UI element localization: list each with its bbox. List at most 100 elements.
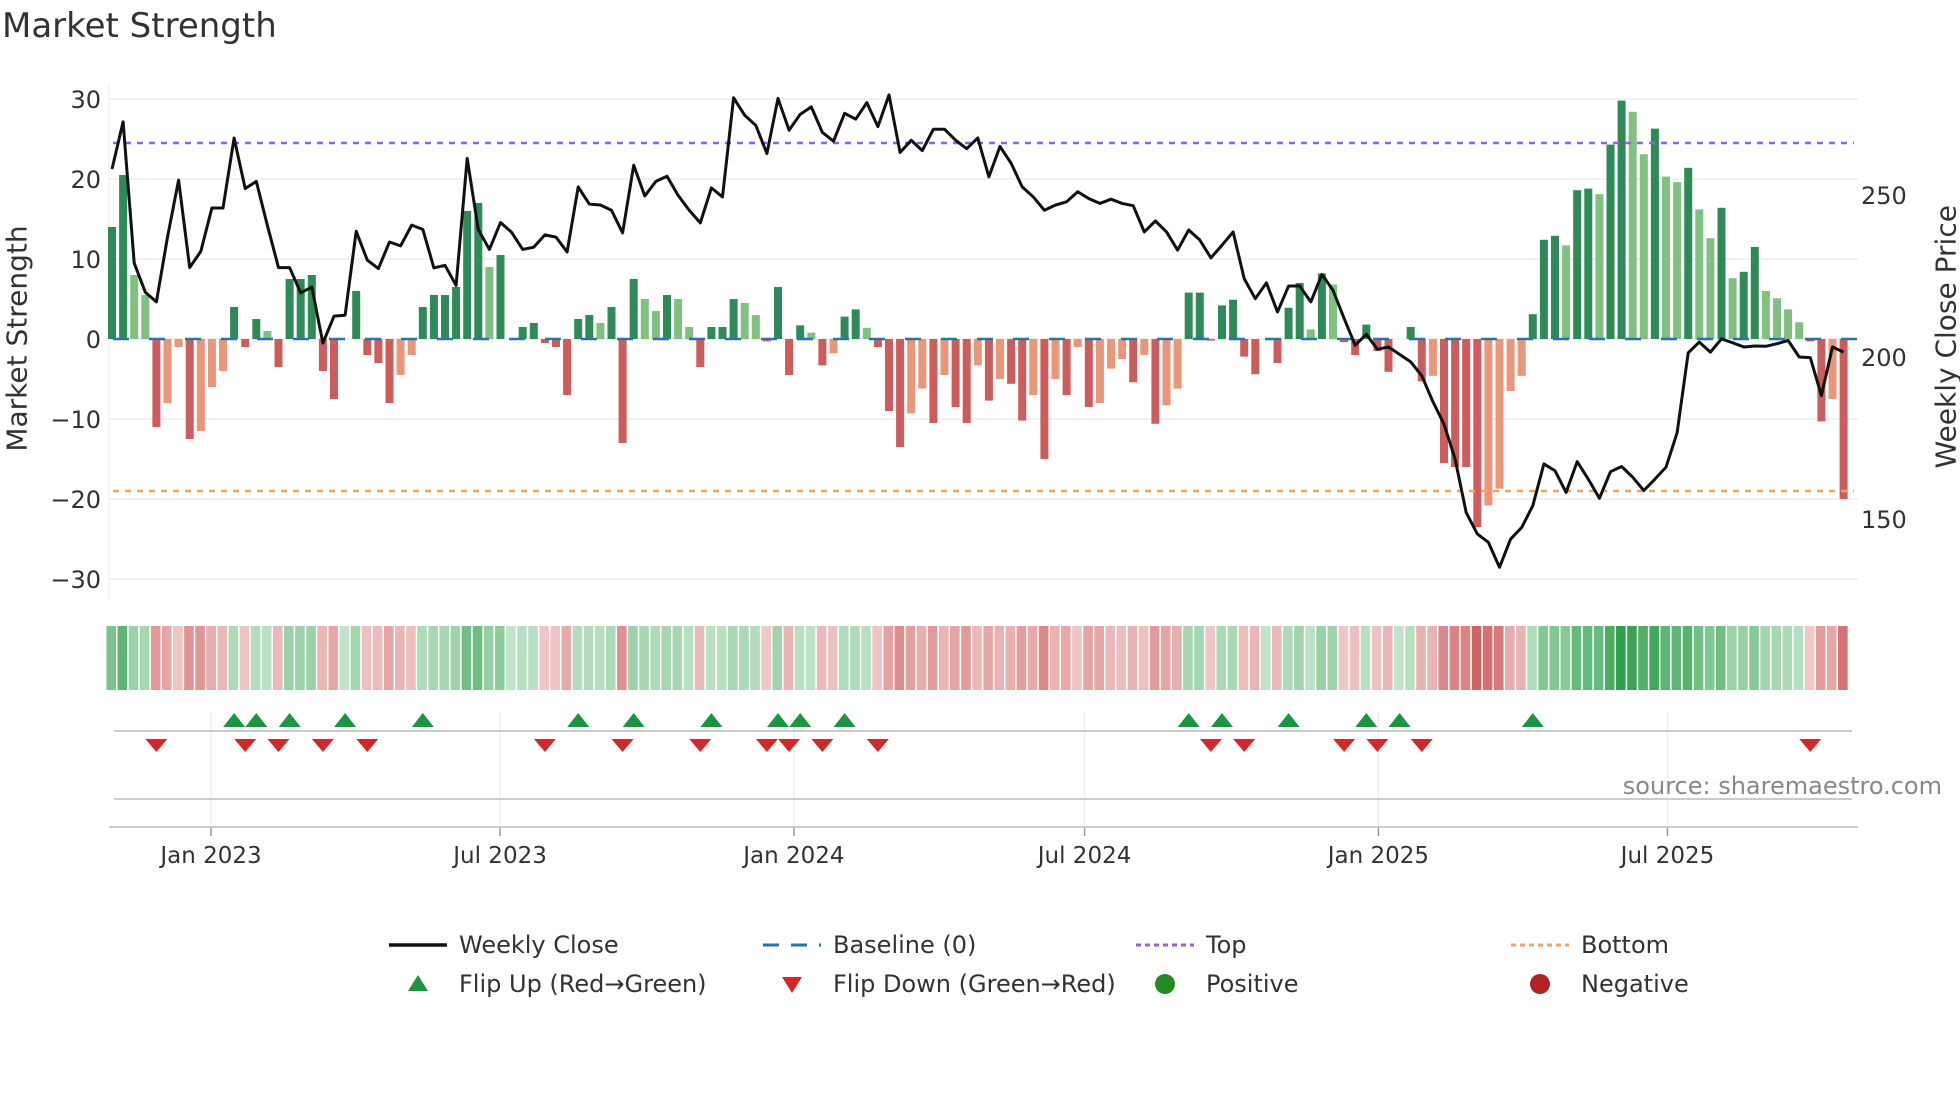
- heat-strip-cell: [1216, 626, 1227, 690]
- heat-strip-cell: [1804, 626, 1815, 690]
- heat-strip-cell: [1138, 626, 1149, 690]
- strength-bar: [774, 287, 782, 339]
- heat-strip-cell: [1505, 626, 1515, 690]
- strength-bar: [374, 339, 383, 363]
- x-tick-label: Jul 2023: [451, 843, 547, 869]
- flip-down-marker: [778, 739, 801, 752]
- heat-strip-cell: [905, 626, 916, 690]
- heat-strip-cell: [683, 626, 694, 690]
- flip-down-marker: [755, 739, 778, 752]
- heat-strip-cell: [961, 626, 971, 690]
- heat-strip-cell: [861, 626, 871, 690]
- heat-strip-cell: [106, 626, 117, 690]
- heat-strip-cell: [339, 626, 350, 690]
- strength-bar: [274, 339, 283, 367]
- heat-strip-cell: [1693, 626, 1704, 690]
- flip-up-marker: [1211, 713, 1233, 727]
- flip-up-marker: [567, 713, 590, 727]
- heat-strip-cell: [583, 626, 594, 690]
- heat-strip-cell: [395, 626, 405, 690]
- triangle-down-legend-icon: [782, 977, 802, 993]
- heat-strip-cell: [272, 626, 283, 690]
- strength-bar: [485, 267, 494, 339]
- heat-strip-cell: [1038, 626, 1049, 690]
- flip-down-marker: [866, 739, 889, 752]
- y-axis-title-left: Market Strength: [0, 225, 34, 452]
- source-credit: source: sharemaestro.com: [1622, 772, 1942, 800]
- heat-strip-cell: [1704, 626, 1715, 690]
- strength-bar: [1761, 291, 1770, 339]
- circle-legend-icon: [1155, 974, 1175, 994]
- heat-strip-cell: [539, 626, 549, 690]
- flip-up-marker: [1277, 713, 1300, 727]
- strength-bar: [1484, 339, 1493, 506]
- heat-strip-cell: [739, 626, 749, 690]
- flip-up-marker: [767, 713, 789, 727]
- strength-bar: [330, 339, 338, 399]
- heat-strip-cell: [1449, 626, 1460, 690]
- heat-strip-cell: [1582, 626, 1593, 690]
- strength-bar: [241, 339, 250, 347]
- flip-down-marker: [1199, 739, 1222, 752]
- flip-up-marker: [223, 713, 246, 727]
- strength-bar: [984, 339, 993, 401]
- heat-strip-cell: [550, 626, 561, 690]
- strength-bar: [796, 325, 805, 339]
- strength-bar: [1184, 292, 1193, 339]
- flip-down-marker: [234, 739, 257, 752]
- heat-strip-cell: [517, 626, 527, 690]
- strength-bar: [141, 295, 150, 339]
- strength-bar: [1029, 339, 1038, 395]
- heat-strip-cell: [705, 626, 716, 690]
- heat-strip-cell: [1249, 626, 1260, 690]
- strength-bar: [1506, 339, 1515, 391]
- heat-strip-cell: [1061, 626, 1071, 690]
- strength-bar: [1595, 194, 1604, 339]
- flip-up-marker: [622, 713, 645, 727]
- dotted-legend-icon: [1136, 943, 1194, 947]
- heat-strip-cell: [261, 626, 272, 690]
- heat-strip-cell: [250, 626, 261, 690]
- strength-bar: [219, 339, 227, 371]
- heat-strip-cell: [994, 626, 1005, 690]
- strength-bar: [1839, 339, 1848, 499]
- heat-strip-cell: [1560, 626, 1571, 690]
- heat-strip-cell: [927, 626, 938, 690]
- strength-bar: [1584, 188, 1593, 339]
- legend-item: Flip Up (Red→Green): [389, 969, 707, 999]
- strength-bar: [418, 307, 427, 339]
- heat-strip-cell: [184, 626, 194, 690]
- strength-bar: [163, 339, 172, 403]
- strength-bar: [1218, 305, 1226, 339]
- heat-strip-cell: [1826, 626, 1837, 690]
- flip-down-marker: [1333, 739, 1356, 752]
- heat-strip-cell: [1482, 626, 1493, 690]
- heat-strip-cell: [617, 626, 627, 690]
- heat-strip-cell: [1271, 626, 1282, 690]
- heat-strip-cell: [173, 626, 183, 690]
- strength-bar: [196, 339, 205, 431]
- y-tick-label: 20: [70, 166, 101, 194]
- heat-strip-cell: [472, 626, 483, 690]
- heat-strip-cell: [1172, 626, 1182, 690]
- heat-strip-cell: [506, 626, 516, 690]
- heat-strip-cell: [1305, 626, 1315, 690]
- heat-strip-cell: [139, 626, 150, 690]
- strength-bar: [1118, 339, 1127, 359]
- heat-strip-cell: [561, 626, 572, 690]
- heat-strip-cell: [950, 626, 960, 690]
- heat-strip-cell: [1649, 626, 1659, 690]
- chart-title: Market Strength: [2, 6, 277, 46]
- strength-bar: [452, 287, 461, 339]
- strength-bar: [108, 227, 116, 339]
- strength-bar: [1551, 235, 1559, 339]
- dotted-legend-icon: [1511, 943, 1569, 947]
- heat-strip-cell: [372, 626, 383, 690]
- heat-strip-cell: [1405, 626, 1415, 690]
- flip-up-marker: [700, 713, 723, 727]
- flip-down-marker: [311, 739, 334, 752]
- y-tick-label: −30: [50, 566, 101, 594]
- y-tick-label: 0: [86, 326, 101, 354]
- flip-down-marker: [811, 739, 834, 752]
- heat-strip-cell: [1671, 626, 1682, 690]
